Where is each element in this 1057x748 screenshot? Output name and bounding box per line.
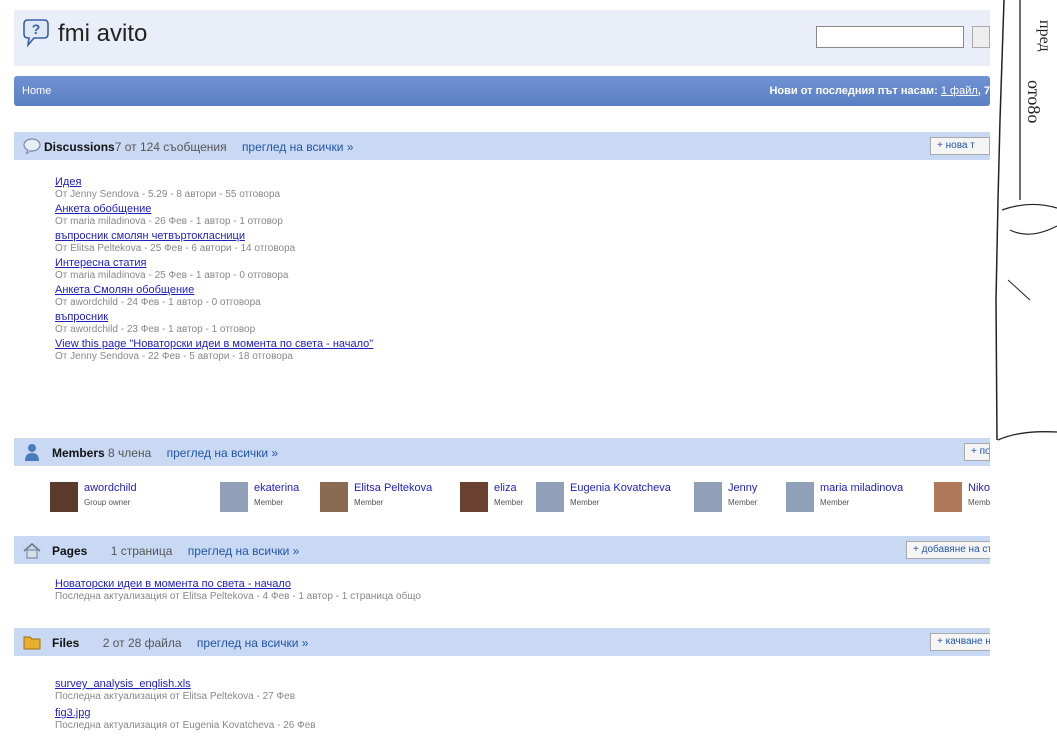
files-header: Files 2 от 28 файла преглед на всички » … [14,628,990,656]
svg-text:пред: пред [1036,20,1053,52]
discussion-meta: От Jenny Sendova - 5.29 - 8 автори - 55 … [55,189,281,200]
discussions-view-all-link[interactable]: преглед на всички » [242,140,354,154]
upload-file-button[interactable]: + качване на файл [930,633,990,651]
discussion-bubble-icon [23,138,41,155]
avatar [220,482,248,512]
member-name[interactable]: maria miladinova [820,482,903,494]
member-role: Member [728,498,758,507]
member-role: Member [354,498,384,507]
files-count: 2 от 28 файла [102,636,182,650]
discussion-meta: От Jenny Sendova - 22 Фев - 5 автори - 1… [55,351,293,362]
discussion-list: Идея От Jenny Sendova - 5.29 - 8 автори … [55,176,373,365]
pages-count: 1 страница [110,544,173,558]
discussions-header: Discussions7 от 124 съобщения преглед на… [14,132,990,160]
member-role: Member [494,498,524,507]
pages-title-line: Pages 1 страница преглед на всички » [52,544,299,558]
pages-list: Новаторски идеи в момента по света - нач… [55,578,421,605]
files-view-all-link[interactable]: преглед на всички » [197,636,309,650]
files-title[interactable]: Files [52,636,79,650]
avatar [536,482,564,512]
discussions-count: 7 от 124 съобщения [114,140,227,154]
svg-text:?: ? [32,21,41,37]
member-name[interactable]: awordchild [84,482,137,494]
members-view-all-link[interactable]: преглед на всички » [167,446,279,460]
member-role: Member [570,498,600,507]
member-name[interactable]: Eugenia Kovatcheva [570,482,671,494]
new-files-link[interactable]: 1 файл [941,85,978,97]
avatar [320,482,348,512]
member-name[interactable]: Nikolina Nikolova [968,482,990,494]
discussions-title-line: Discussions7 от 124 съобщения преглед на… [44,140,353,154]
avatar [460,482,488,512]
add-page-button[interactable]: + добавяне на страница [906,541,990,559]
discussion-link[interactable]: Анкета Смолян обобщение [55,284,373,297]
member-role: Member [820,498,850,507]
members-title-line: Members 8 члена преглед на всички » [52,446,278,460]
discussion-link[interactable]: въпросник [55,311,373,324]
discussion-meta: От maria miladinova - 25 Фев - 1 автор -… [55,270,289,281]
hand-sketch-drawing: пред ото8о [990,0,1057,748]
new-discussion-button[interactable]: + нова т [930,137,990,155]
member-name[interactable]: ekaterina [254,482,299,494]
page-link[interactable]: Новаторски идеи в момента по света - нач… [55,578,421,591]
new-since-notice: Нови от последния път насам: 1 файл, 7 [769,85,990,97]
member-role: Group owner [84,498,131,507]
folder-icon [23,636,41,650]
file-link[interactable]: fig3.jpg [55,707,316,720]
member-name[interactable]: Elitsa Peltekova [354,482,432,494]
pages-view-all-link[interactable]: преглед на всички » [188,544,300,558]
person-icon [25,444,39,461]
members-list: awordchild Group owner ekaterina Member … [50,480,990,516]
member-role: Member [968,498,990,507]
search-button[interactable] [972,26,990,48]
speech-bubble-question-icon: ? [23,19,49,48]
pages-icon [23,542,41,559]
discussion-link[interactable]: View this page "Новаторски идеи в момент… [55,338,373,351]
avatar [786,482,814,512]
avatar [50,482,78,512]
files-list: survey_analysis_english.xls Последна акт… [55,678,316,734]
discussion-link[interactable]: Интересна статия [55,257,373,270]
discussion-meta: От maria miladinova - 26 Фев - 1 автор -… [55,216,283,227]
nav-home-link[interactable]: Home [22,85,51,97]
member-name[interactable]: Jenny [728,482,757,494]
pages-header: Pages 1 страница преглед на всички » + д… [14,536,990,564]
site-header: ? fmi avito [14,10,990,66]
discussion-link[interactable]: Анкета обобщение [55,203,373,216]
discussions-title[interactable]: Discussions [44,140,115,154]
discussion-link[interactable]: Идея [55,176,373,189]
members-header: Members 8 члена преглед на всички » + по… [14,438,990,466]
discussion-meta: От awordchild - 23 Фев - 1 автор - 1 отг… [55,324,256,335]
discussion-meta: От Elitsa Peltekova - 25 Фев - 6 автори … [55,243,296,254]
nav-bar: Home Нови от последния път насам: 1 файл… [14,76,990,106]
avatar [934,482,962,512]
members-count: 8 члена [108,446,152,460]
svg-text:ото8о: ото8о [1024,80,1044,123]
file-link[interactable]: survey_analysis_english.xls [55,678,316,691]
member-role: Member [254,498,284,507]
invite-button[interactable]: + поканване [964,443,990,461]
page: ? fmi avito Home Нови от последния път н… [0,0,990,748]
new-more-link[interactable]: , 7 [978,85,990,97]
new-since-label: Нови от последния път насам: [769,85,938,97]
discussion-link[interactable]: въпросник смолян четвъртокласници [55,230,373,243]
pages-title[interactable]: Pages [52,544,87,558]
site-title[interactable]: fmi avito [58,20,147,48]
file-meta: Последна актуализация от Eugenia Kovatch… [55,720,316,731]
search-input[interactable] [816,26,964,48]
file-meta: Последна актуализация от Elitsa Peltekov… [55,691,295,702]
member-name[interactable]: eliza [494,482,517,494]
files-title-line: Files 2 от 28 файла преглед на всички » [52,636,308,650]
avatar [694,482,722,512]
members-title[interactable]: Members [52,446,105,460]
page-meta: Последна актуализация от Elitsa Peltekov… [55,591,421,602]
discussion-meta: От awordchild - 24 Фев - 1 автор - 0 отг… [55,297,261,308]
